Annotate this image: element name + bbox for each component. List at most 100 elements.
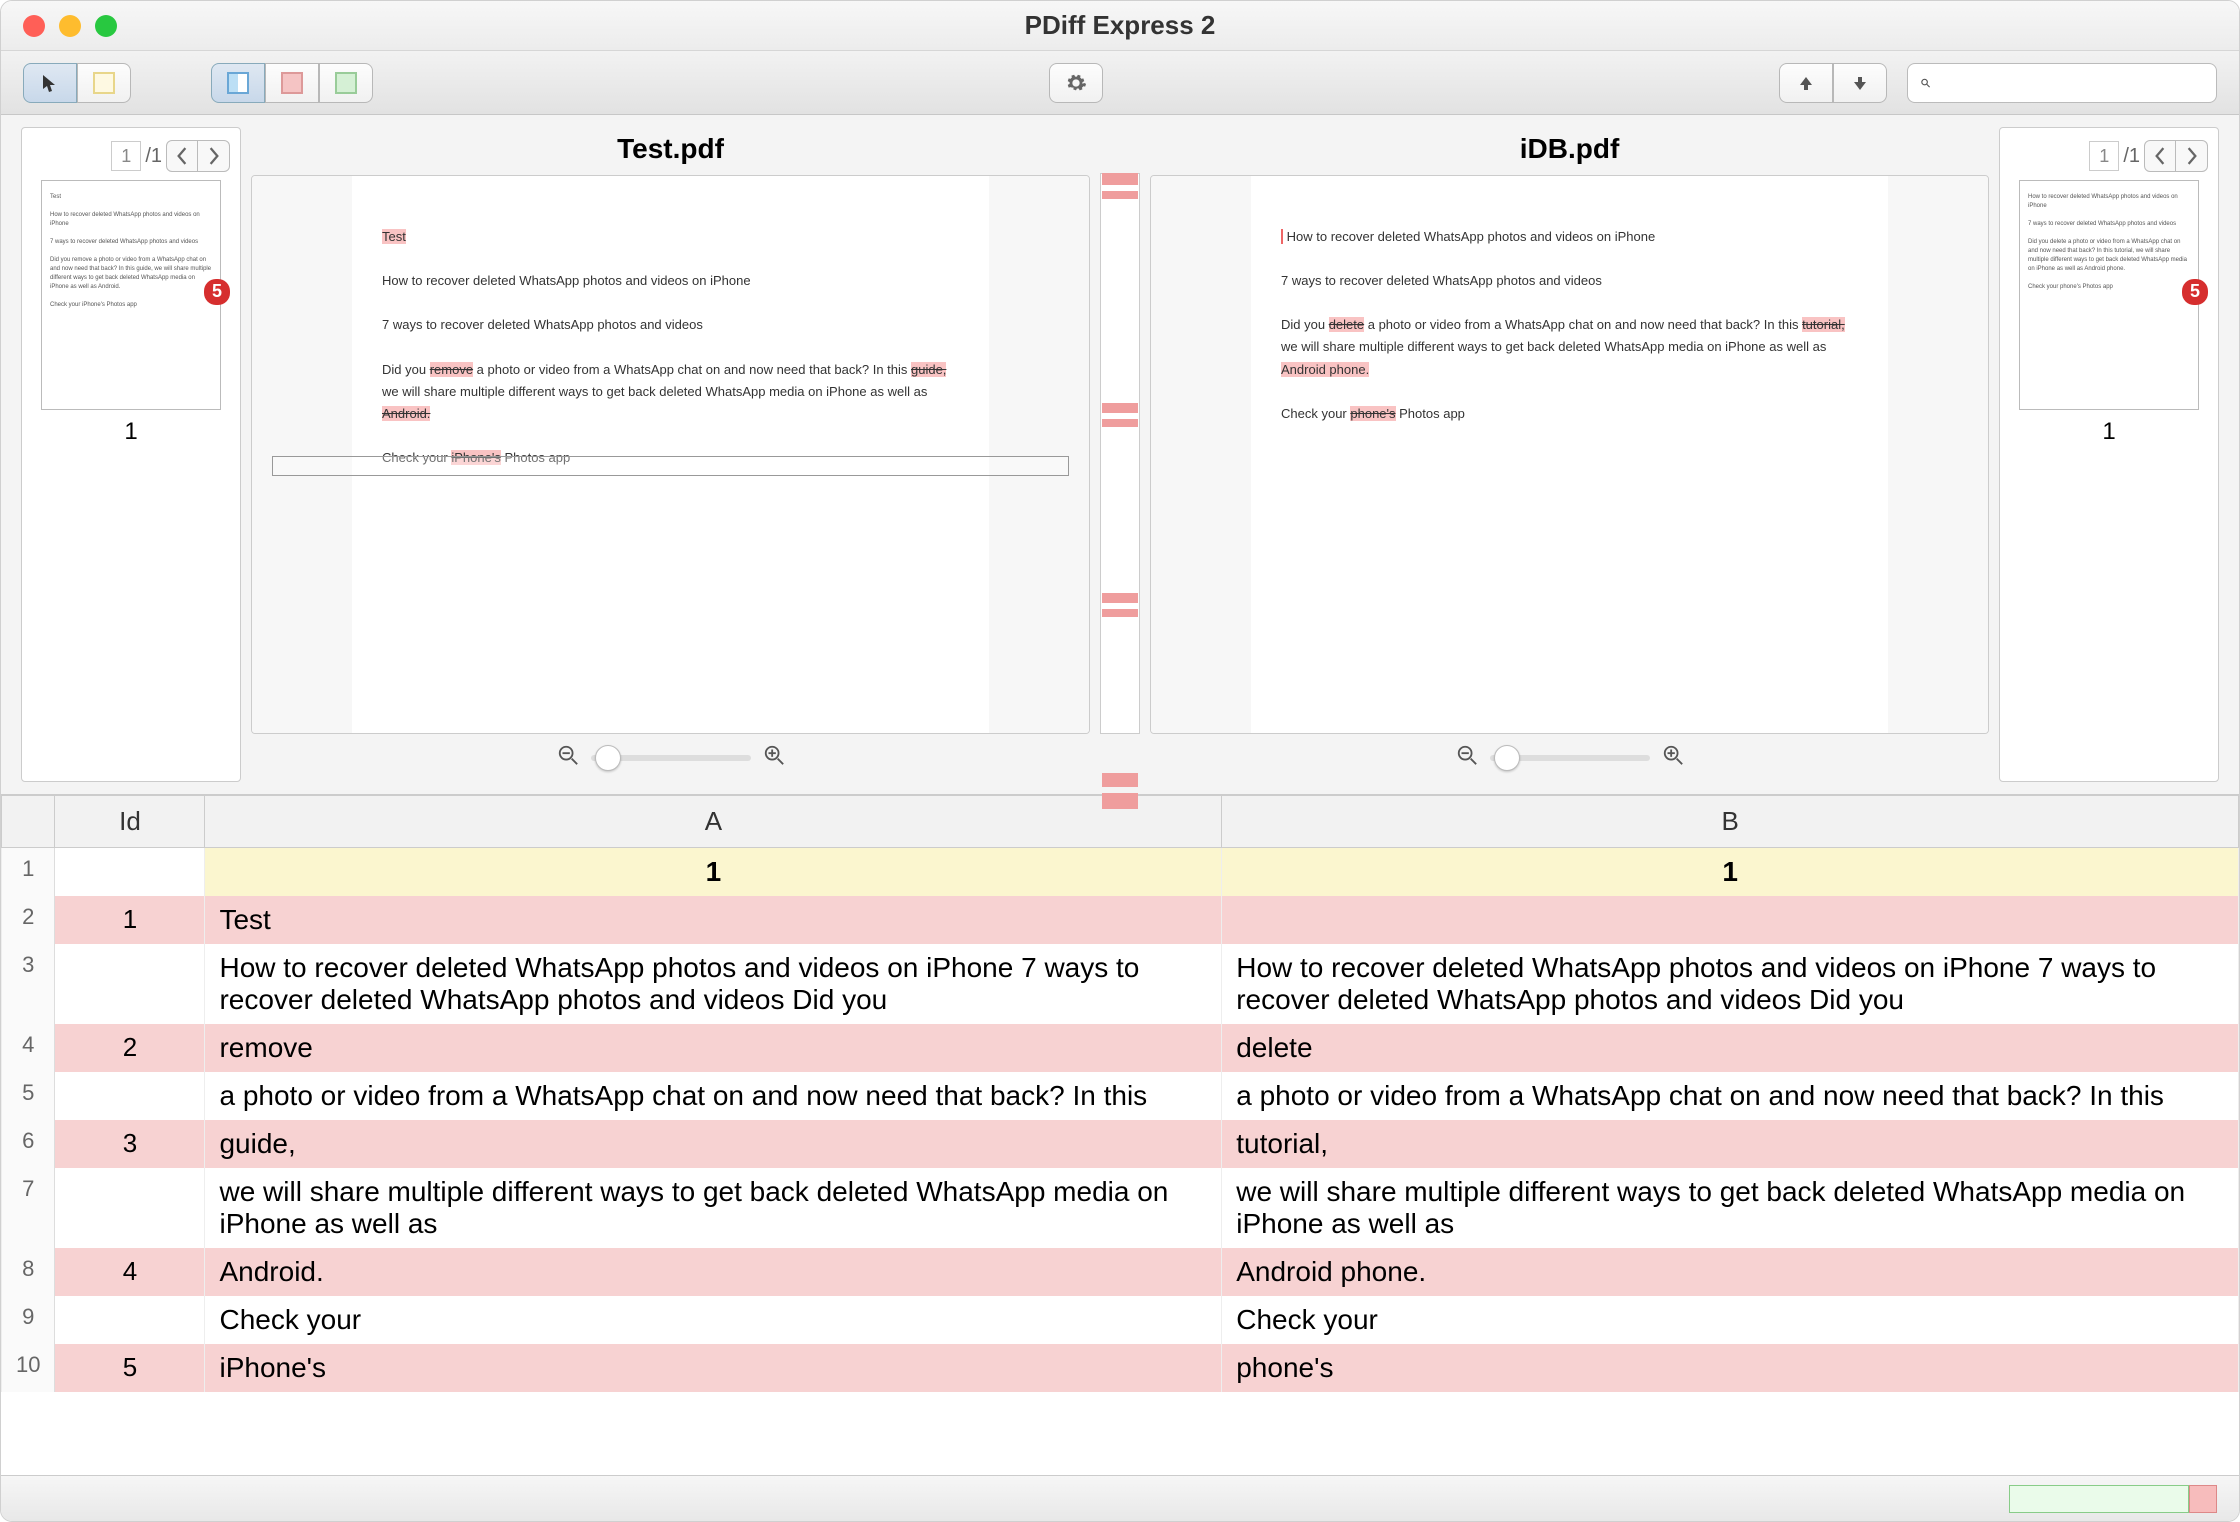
a-cell: Android. — [205, 1248, 1222, 1296]
table-row[interactable]: 5a photo or video from a WhatsApp chat o… — [2, 1072, 2239, 1120]
overlay-green-button[interactable] — [319, 63, 373, 103]
left-zoom-controls — [251, 734, 1090, 782]
a-cell: a photo or video from a WhatsApp chat on… — [205, 1072, 1222, 1120]
diff-id-cell: 3 — [55, 1120, 205, 1168]
left-next-page-button[interactable] — [198, 140, 230, 172]
a-cell: Test — [205, 896, 1222, 944]
right-page-thumbnail[interactable]: How to recover deleted WhatsApp photos a… — [2019, 180, 2199, 410]
table-row[interactable]: 63guide,tutorial, — [2, 1120, 2239, 1168]
table-row[interactable]: 84Android.Android phone. — [2, 1248, 2239, 1296]
window-title: PDiff Express 2 — [1, 10, 2239, 41]
left-zoom-slider[interactable] — [591, 755, 751, 761]
table-row[interactable]: 3How to recover deleted WhatsApp photos … — [2, 944, 2239, 1024]
a-column-header[interactable]: A — [205, 796, 1222, 848]
next-diff-button[interactable] — [1833, 63, 1887, 103]
zoom-out-icon[interactable] — [1456, 744, 1478, 772]
table-row[interactable]: 111 — [2, 848, 2239, 897]
right-zoom-slider[interactable] — [1490, 755, 1650, 761]
b-cell: How to recover deleted WhatsApp photos a… — [1222, 944, 2239, 1024]
a-cell: we will share multiple different ways to… — [205, 1168, 1222, 1248]
left-page-input[interactable] — [111, 141, 141, 171]
diff-nav-group — [1779, 63, 1887, 103]
arrow-down-icon — [1850, 73, 1870, 93]
left-filename: Test.pdf — [251, 127, 1090, 175]
search-icon — [1920, 72, 1931, 94]
b-cell: Android phone. — [1222, 1248, 2239, 1296]
zoom-in-icon[interactable] — [1662, 744, 1684, 772]
diff-id-cell — [55, 1296, 205, 1344]
slider-knob[interactable] — [1494, 745, 1520, 771]
left-page-thumbnail[interactable]: TestHow to recover deleted WhatsApp phot… — [41, 180, 221, 410]
right-page-content: How to recover deleted WhatsApp photos a… — [1251, 176, 1888, 733]
diff-strip-mark[interactable] — [1102, 191, 1138, 199]
id-column-header[interactable]: Id — [55, 796, 205, 848]
workspace: /1 TestHow to recover deleted WhatsApp p… — [1, 115, 2239, 1475]
table-row[interactable]: 42removedelete — [2, 1024, 2239, 1072]
chevron-right-icon — [2185, 147, 2199, 165]
right-prev-page-button[interactable] — [2144, 140, 2176, 172]
slider-knob[interactable] — [595, 745, 621, 771]
app-window: PDiff Express 2 — [0, 0, 2240, 1522]
row-number: 10 — [2, 1344, 55, 1392]
b-cell: Check your — [1222, 1296, 2239, 1344]
diff-strip-mark[interactable] — [1102, 403, 1138, 413]
red-square-icon — [281, 72, 303, 94]
diff-strip-mark[interactable] — [1102, 793, 1138, 809]
diff-table-panel[interactable]: Id A B 11121Test3How to recover deleted … — [1, 795, 2239, 1475]
left-prev-page-button[interactable] — [166, 140, 198, 172]
diff-strip-mark[interactable] — [1102, 419, 1138, 427]
search-input[interactable] — [1939, 71, 2204, 94]
zoom-in-icon[interactable] — [763, 744, 785, 772]
row-number: 4 — [2, 1024, 55, 1072]
titlebar: PDiff Express 2 — [1, 1, 2239, 51]
diff-id-cell — [55, 1072, 205, 1120]
chevron-left-icon — [175, 147, 189, 165]
right-document-view[interactable]: How to recover deleted WhatsApp photos a… — [1150, 175, 1989, 734]
prev-diff-button[interactable] — [1779, 63, 1833, 103]
left-page-content: Test How to recover deleted WhatsApp pho… — [352, 176, 989, 733]
view-mode-group — [211, 63, 373, 103]
diff-id-cell: 4 — [55, 1248, 205, 1296]
diff-id-cell: 5 — [55, 1344, 205, 1392]
b-cell: 1 — [1222, 848, 2239, 897]
left-page-nav: /1 — [32, 138, 230, 174]
diff-strip-mark[interactable] — [1102, 593, 1138, 603]
a-cell: How to recover deleted WhatsApp photos a… — [205, 944, 1222, 1024]
settings-button[interactable] — [1049, 63, 1103, 103]
table-row[interactable]: 105iPhone'sphone's — [2, 1344, 2239, 1392]
split-view-icon — [227, 72, 249, 94]
diff-strip-mark[interactable] — [1102, 609, 1138, 617]
table-row[interactable]: 7 we will share multiple different ways t… — [2, 1168, 2239, 1248]
pointer-tool-button[interactable] — [23, 63, 77, 103]
diff-strip-mark[interactable] — [1102, 773, 1138, 787]
right-page-input[interactable] — [2089, 141, 2119, 171]
left-viewport-indicator[interactable] — [272, 456, 1069, 476]
right-next-page-button[interactable] — [2176, 140, 2208, 172]
table-row[interactable]: 9Check yourCheck your — [2, 1296, 2239, 1344]
a-cell: guide, — [205, 1120, 1222, 1168]
diff-overview-strip[interactable] — [1100, 173, 1140, 734]
diff-id-cell — [55, 944, 205, 1024]
search-field[interactable] — [1907, 63, 2217, 103]
b-cell: a photo or video from a WhatsApp chat on… — [1222, 1072, 2239, 1120]
row-number: 9 — [2, 1296, 55, 1344]
zoom-out-icon[interactable] — [557, 744, 579, 772]
row-number: 7 — [2, 1168, 55, 1248]
gear-icon — [1065, 72, 1087, 94]
rectangle-tool-button[interactable] — [77, 63, 131, 103]
right-page-total: /1 — [2123, 145, 2140, 168]
row-number-header — [2, 796, 55, 848]
b-column-header[interactable]: B — [1222, 796, 2239, 848]
left-document-view[interactable]: Test How to recover deleted WhatsApp pho… — [251, 175, 1090, 734]
diff-id-cell — [55, 848, 205, 897]
diff-strip-mark[interactable] — [1102, 173, 1138, 185]
diff-table: Id A B 11121Test3How to recover deleted … — [1, 795, 2239, 1392]
table-row[interactable]: 21Test — [2, 896, 2239, 944]
overlay-red-button[interactable] — [265, 63, 319, 103]
b-cell: phone's — [1222, 1344, 2239, 1392]
split-view-button[interactable] — [211, 63, 265, 103]
chevron-right-icon — [207, 147, 221, 165]
pointer-icon — [40, 73, 60, 93]
left-thumbnail-panel: /1 TestHow to recover deleted WhatsApp p… — [21, 127, 241, 782]
right-thumbnail-panel: /1 How to recover deleted WhatsApp photo… — [1999, 127, 2219, 782]
